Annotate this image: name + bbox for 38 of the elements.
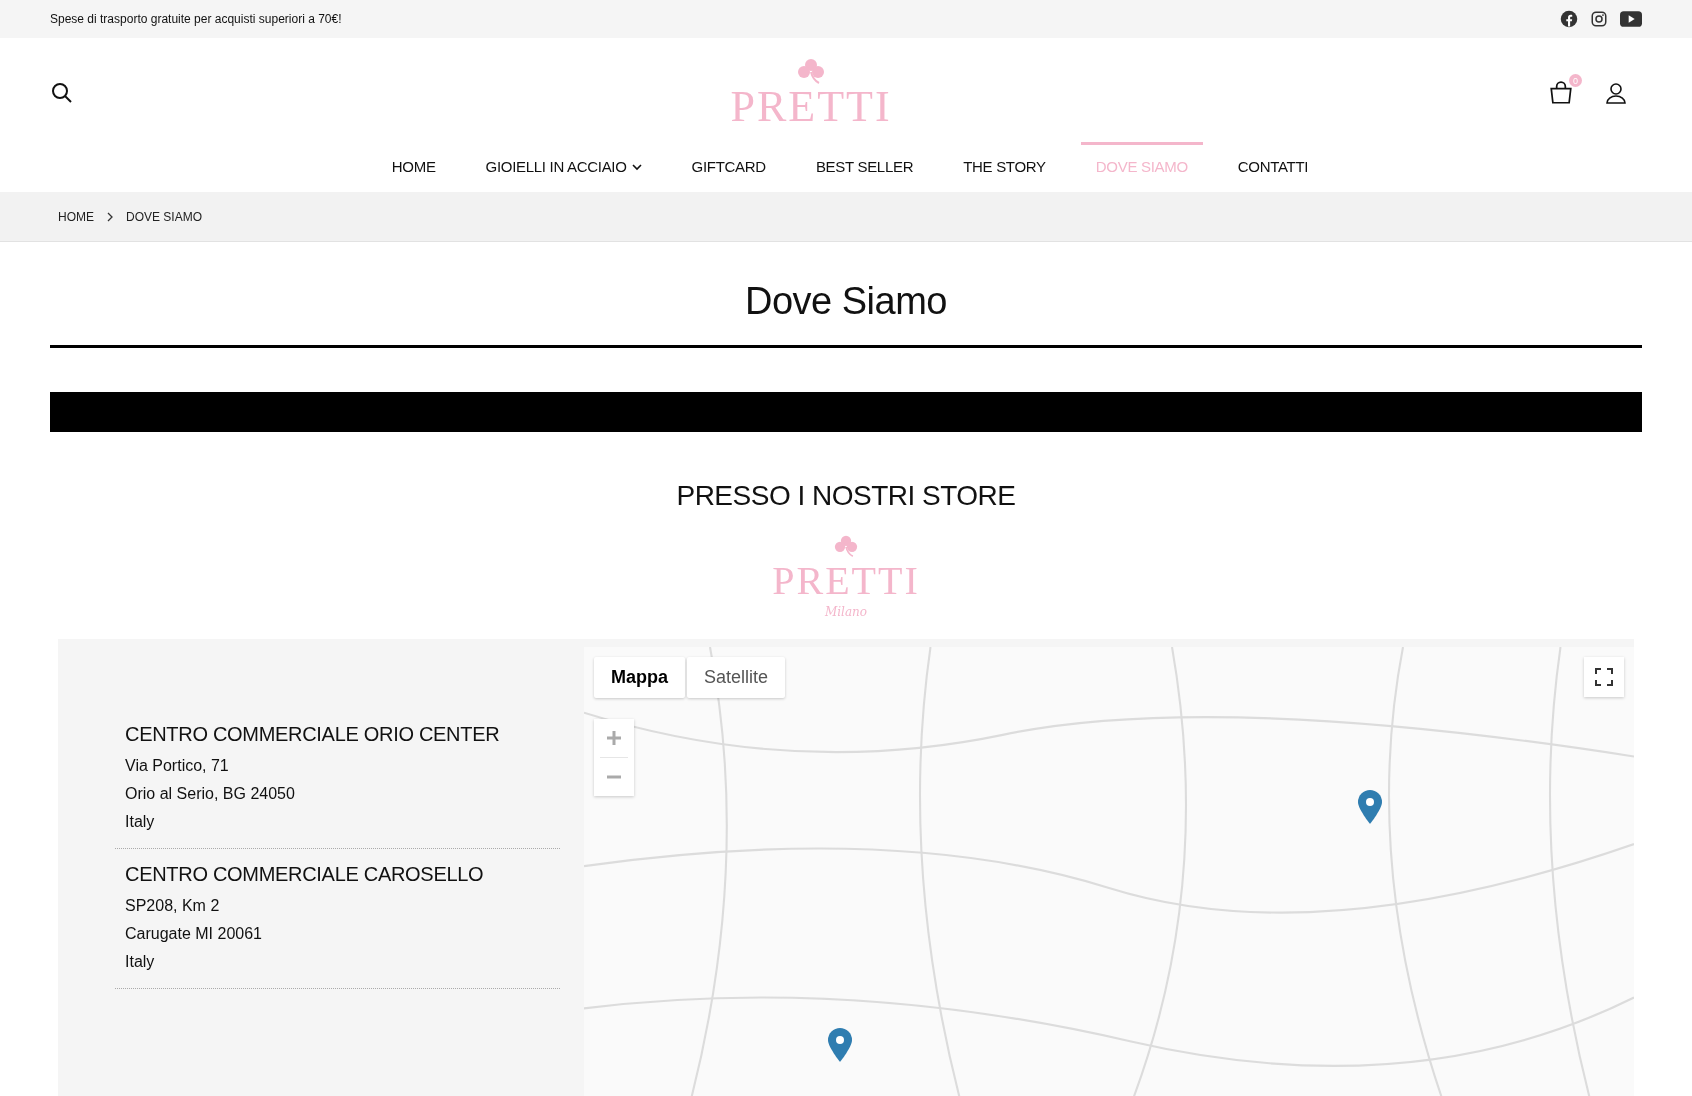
map-pin-icon[interactable] <box>827 1026 853 1063</box>
shopping-bag-icon[interactable] <box>1548 80 1574 106</box>
youtube-icon[interactable] <box>1620 11 1642 27</box>
clover-icon <box>796 57 826 85</box>
map-pin-icon[interactable] <box>1357 788 1383 825</box>
cart-count-badge: 0 <box>1569 74 1582 87</box>
nav-link[interactable]: CONTATTI <box>1222 142 1324 182</box>
store-address-line: SP208, Km 2 <box>125 895 221 916</box>
fullscreen-icon <box>1594 666 1614 687</box>
store-address-line: Carugate MI 20061 <box>125 923 263 944</box>
clover-icon <box>833 534 859 558</box>
store-address-line: Orio al Serio, BG 24050 <box>125 783 296 804</box>
instagram-icon[interactable] <box>1590 10 1608 28</box>
breadcrumb-link[interactable]: DOVE SIAMO <box>126 209 202 224</box>
section-title: PRESSO I NOSTRI STORE <box>675 480 1017 512</box>
search-icon[interactable] <box>50 81 74 105</box>
nav-link[interactable]: BEST SELLER <box>800 142 929 182</box>
store-logo-wordmark: PRETTI <box>772 558 920 604</box>
nav-link[interactable]: HOME <box>376 142 451 182</box>
facebook-icon[interactable] <box>1560 10 1578 28</box>
shipping-notice: Spese di trasporto gratuite per acquisti superiori a 70€! <box>50 12 342 26</box>
nav-link[interactable]: THE STORY <box>948 142 1061 182</box>
store-address-line: Italy <box>125 811 156 832</box>
fullscreen-button[interactable] <box>1584 656 1624 697</box>
store-address-line: Via Portico, 71 <box>125 755 230 776</box>
store-logo-tagline: Milano <box>824 604 868 621</box>
store-address-line: Italy <box>125 951 156 972</box>
store-name: CENTRO COMMERCIALE ORIO CENTER <box>125 722 501 746</box>
map-type-button[interactable]: Satellite <box>687 656 786 698</box>
chevron-right-icon <box>106 211 114 222</box>
store-name: CENTRO COMMERCIALE CAROSELLO <box>125 862 485 886</box>
nav-link[interactable]: GIFTCARD <box>676 142 781 182</box>
user-icon[interactable] <box>1604 81 1628 105</box>
breadcrumb-link[interactable]: HOME <box>58 209 94 224</box>
page-title: Dove Siamo <box>744 280 948 323</box>
nav-link[interactable]: GIOIELLI IN ACCIAIO <box>470 142 657 182</box>
map-type-button[interactable]: Mappa <box>594 656 685 698</box>
map-placeholder[interactable]: Mappa Satellite <box>584 646 1634 1096</box>
